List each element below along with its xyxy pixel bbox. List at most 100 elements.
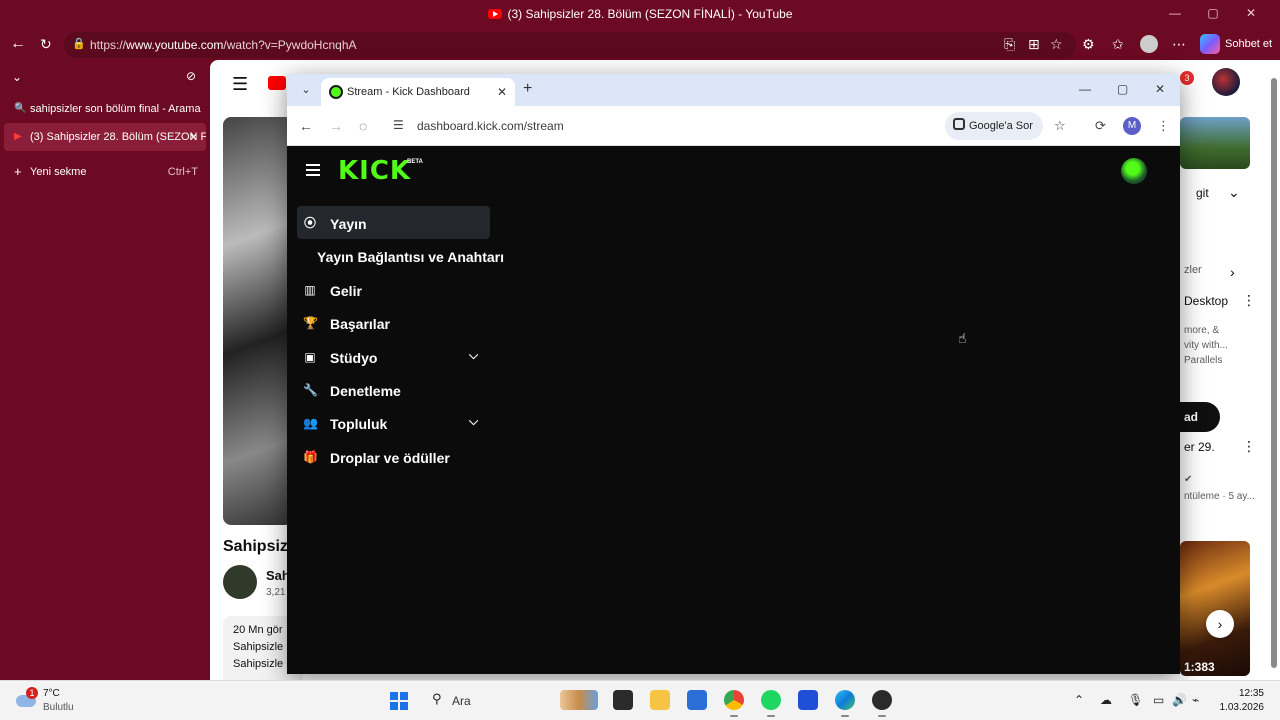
ask-google-button[interactable]: Google'a Sor — [945, 112, 1043, 140]
refresh-icon[interactable]: ↻ — [40, 36, 52, 53]
site-info-icon[interactable]: 🔒 — [72, 37, 86, 50]
microphone-icon[interactable]: 🎙 — [1128, 693, 1143, 707]
extensions-icon[interactable]: ⚙ — [1082, 36, 1095, 53]
related-thumbnail[interactable]: 1:383 — [1180, 541, 1250, 676]
related-thumbnail[interactable] — [1180, 117, 1250, 169]
more-options-icon[interactable]: ⋮ — [1242, 438, 1256, 455]
volume-icon[interactable]: 🔊 — [1172, 693, 1187, 707]
task-view-icon[interactable] — [613, 690, 633, 710]
sidebar-item-droplar[interactable]: 🎁 Droplar ve ödüller — [297, 440, 502, 473]
new-tab-button[interactable]: + Yeni sekme Ctrl+T — [4, 158, 206, 186]
page-scrollbar[interactable] — [1268, 60, 1280, 680]
sidebar-item-studyo[interactable]: ▣ Stüdyo ⌵ — [297, 340, 502, 373]
sidebar-item-label: Denetleme — [330, 382, 401, 399]
edge-toolbar: ← ↻ 🔒 https://www.youtube.com/watch?v=Py… — [0, 30, 1280, 60]
clock-date[interactable]: 1.03.2026 — [1212, 702, 1265, 713]
youtube-logo[interactable] — [268, 76, 286, 90]
pin-icon[interactable]: ⊘ — [186, 69, 196, 83]
tab-search-chevron-icon[interactable]: ⌄ — [295, 80, 317, 100]
spotify-icon[interactable] — [761, 690, 781, 717]
sidebar-item-topluluk[interactable]: 👥 Topluluk ⌵ — [297, 406, 502, 439]
chevron-down-icon[interactable]: ⌵ — [469, 414, 478, 429]
favorite-star-icon[interactable]: ☆ — [1050, 36, 1063, 53]
weather-widget[interactable]: 1 — [16, 687, 40, 711]
windows-start-icon[interactable] — [390, 692, 408, 710]
search-icon: 🔍 — [14, 103, 27, 114]
taskbar-search[interactable]: ⚲ Ara — [430, 689, 550, 713]
site-settings-icon[interactable]: ☰ — [393, 118, 404, 132]
chrome-icon[interactable] — [724, 690, 744, 717]
back-icon[interactable]: ← — [10, 35, 26, 53]
bookmark-star-icon[interactable]: ☆ — [1054, 118, 1066, 134]
more-menu-icon[interactable]: ⋯ — [1172, 36, 1186, 53]
close-icon[interactable]: ✕ — [1232, 6, 1270, 20]
channel-avatar[interactable] — [223, 565, 257, 599]
onedrive-icon[interactable]: ☁ — [1100, 693, 1112, 707]
search-highlight-image[interactable] — [560, 690, 598, 710]
studio-icon: ▣ — [304, 349, 316, 364]
new-tab-plus-icon[interactable]: + — [523, 80, 532, 98]
more-options-icon[interactable]: ⋮ — [1242, 292, 1256, 309]
related-meta: ntüleme · 5 ay... — [1184, 491, 1255, 502]
sidebar-item-gelir[interactable]: ▥ Gelir — [297, 273, 502, 306]
chevron-down-icon[interactable]: ⌄ — [1228, 184, 1240, 201]
sidebar-item-stream-key[interactable]: Yayın Bağlantısı ve Anahtarı — [297, 239, 504, 272]
plus-icon: + — [14, 164, 22, 179]
display-icon[interactable]: ▭ — [1153, 693, 1164, 707]
sidebar-item-label: Topluluk — [330, 416, 388, 433]
youtube-menu-icon[interactable]: ☰ — [232, 74, 248, 95]
ask-google-label: Google'a Sor — [969, 120, 1033, 132]
chrome-window: ⌄ Stream - Kick Dashboard ✕ + — ▢ ✕ ← → … — [287, 74, 1180, 674]
vertical-tab-search[interactable]: 🔍 sahipsizler son bölüm final - Arama — [4, 95, 206, 123]
clock-time[interactable]: 12:35 — [1212, 688, 1264, 699]
tab-list-chevron-icon[interactable]: ⌄ — [12, 70, 22, 84]
maximize-icon[interactable]: ▢ — [1117, 82, 1128, 96]
vertical-tab-youtube[interactable]: ▶ (3) Sahipsizler 28. Bölüm (SEZON F ✕ — [4, 123, 206, 151]
related-meta: more, & — [1184, 325, 1220, 336]
minimize-icon[interactable]: — — [1079, 82, 1091, 96]
kick-dashboard: KICK BETA ⦿ Yayın Yayın Bağlantısı ve Ana… — [287, 146, 1180, 674]
store-icon[interactable] — [687, 690, 707, 710]
video-player[interactable] — [223, 117, 293, 525]
shortcut-hint: Ctrl+T — [167, 166, 198, 178]
sidebar-item-denetleme[interactable]: 🔧 Denetleme — [297, 373, 502, 406]
loading-icon[interactable]: ◌ — [359, 118, 367, 134]
tab-close-icon[interactable]: ✕ — [189, 131, 198, 144]
maximize-icon[interactable]: ▢ — [1194, 6, 1232, 20]
extensions-icon[interactable]: ⟳ — [1095, 118, 1106, 134]
download-pill[interactable]: ad — [1180, 402, 1220, 432]
kick-logo[interactable]: KICK — [338, 158, 411, 184]
more-menu-icon[interactable]: ⋮ — [1157, 118, 1170, 134]
edge-address-bar[interactable]: 🔒 https://www.youtube.com/watch?v=PywdoH… — [64, 32, 1076, 58]
split-screen-icon[interactable]: ⊞ — [1028, 36, 1040, 53]
tab-kick-dashboard[interactable]: Stream - Kick Dashboard ✕ — [321, 78, 515, 106]
chevron-down-icon[interactable]: ⌵ — [469, 348, 478, 363]
translate-icon[interactable]: ⎘ — [1004, 36, 1015, 53]
close-icon[interactable]: ✕ — [1155, 82, 1165, 96]
related-title[interactable]: er 29. — [1184, 440, 1215, 454]
chrome-profile-avatar[interactable]: M — [1123, 117, 1141, 135]
related-title[interactable]: Desktop — [1184, 294, 1228, 308]
hamburger-menu-icon[interactable] — [306, 164, 320, 176]
sidebar-item-yayin[interactable]: ⦿ Yayın — [297, 206, 490, 240]
obs-icon[interactable] — [872, 690, 892, 717]
edge-window-title: (3) Sahipsizler 28. Bölüm (SEZON FİNALİ)… — [0, 7, 1280, 21]
profile-avatar[interactable] — [1140, 35, 1158, 53]
next-arrow-button[interactable]: › — [1206, 610, 1234, 638]
back-icon[interactable]: ← — [299, 118, 313, 134]
favorites-icon[interactable]: ✩ — [1112, 36, 1124, 53]
copilot-chat-button[interactable]: Sohbet et — [1225, 38, 1272, 50]
copilot-icon[interactable] — [1200, 34, 1220, 54]
chevron-right-icon[interactable]: › — [1230, 264, 1235, 280]
scrollbar-thumb[interactable] — [1271, 78, 1277, 668]
minimize-icon[interactable]: — — [1156, 6, 1194, 20]
file-explorer-icon[interactable] — [650, 690, 670, 710]
user-avatar[interactable] — [1121, 158, 1147, 184]
tab-close-icon[interactable]: ✕ — [497, 85, 507, 99]
app-icon[interactable] — [798, 690, 818, 710]
edge-icon[interactable] — [835, 690, 855, 717]
show-hidden-icons[interactable]: ⌃ — [1074, 693, 1084, 707]
sidebar-item-basarilar[interactable]: 🏆 Başarılar — [297, 306, 502, 339]
edge-url: https://www.youtube.com/watch?v=PywdoHcn… — [90, 38, 357, 52]
battery-icon[interactable]: ⌁ — [1192, 693, 1199, 707]
